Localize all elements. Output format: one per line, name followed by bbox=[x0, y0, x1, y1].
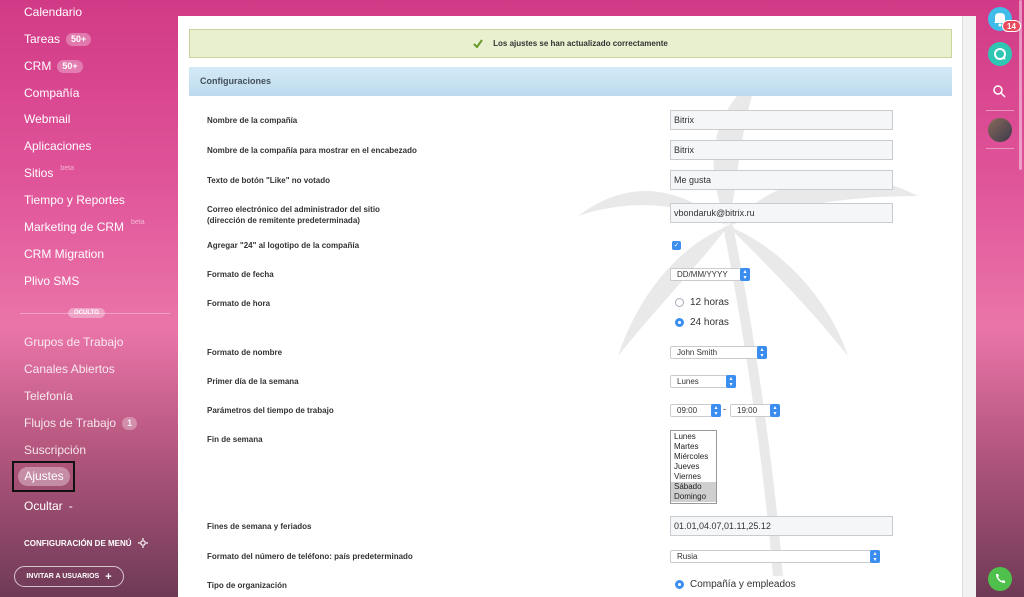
right-toolbar: 14 bbox=[976, 0, 1024, 597]
hidden-section-divider: OCULTO bbox=[20, 307, 170, 319]
weekend-label: Fin de semana bbox=[207, 435, 263, 444]
select-arrows-icon: ▴ ▾ bbox=[870, 550, 880, 563]
weekday-option-selected[interactable]: Sábado bbox=[671, 482, 716, 492]
sidebar-item-crm[interactable]: CRM 50+ bbox=[24, 56, 83, 76]
invite-users-button[interactable]: INVITAR A USUARIOS + bbox=[14, 566, 124, 587]
time-24h-radio[interactable]: 24 horas bbox=[675, 317, 729, 328]
weekday-option[interactable]: Viernes bbox=[671, 472, 716, 482]
sidebar-item-telefonia[interactable]: Telefonía bbox=[24, 386, 73, 406]
sidebar-item-ajustes[interactable]: Ajustes bbox=[18, 467, 70, 486]
search-icon bbox=[993, 85, 1006, 98]
check-icon bbox=[473, 39, 483, 48]
phone-icon bbox=[996, 574, 1005, 583]
crm-counter: 50+ bbox=[57, 59, 83, 73]
name-format-select[interactable]: John Smith ▴ ▾ bbox=[670, 346, 767, 359]
select-arrows-icon: ▴ ▾ bbox=[740, 268, 750, 281]
sidebar-item-canales[interactable]: Canales Abiertos bbox=[24, 359, 115, 379]
sidebar-item-flujos[interactable]: Flujos de Trabajo 1 bbox=[24, 413, 138, 433]
hide-menu-toggle[interactable]: Ocultar - bbox=[24, 496, 73, 516]
company-header-label: Nombre de la compañía para mostrar en el… bbox=[207, 146, 417, 155]
work-time-label: Parámetros del tiempo de trabajo bbox=[207, 406, 334, 415]
admin-email-label: Correo electrónico del administrador del… bbox=[207, 205, 380, 225]
avatar[interactable] bbox=[988, 118, 1012, 142]
gear-icon bbox=[137, 538, 148, 548]
date-format-label: Formato de fecha bbox=[207, 270, 274, 279]
sidebar-item-grupos[interactable]: Grupos de Trabajo bbox=[24, 332, 123, 352]
weekday-option-selected[interactable]: Domingo bbox=[671, 492, 716, 502]
first-day-select[interactable]: Lunes ▴ ▾ bbox=[670, 375, 736, 388]
chat-icon bbox=[994, 48, 1006, 60]
admin-email-input[interactable]: vbondaruk@bitrix.ru bbox=[670, 203, 893, 223]
weekday-option[interactable]: Lunes bbox=[671, 432, 716, 442]
sidebar-item-plivo-sms[interactable]: Plivo SMS bbox=[24, 271, 79, 291]
time-12h-radio[interactable]: 12 horas bbox=[675, 297, 729, 308]
tareas-counter: 50+ bbox=[66, 32, 92, 46]
divider bbox=[986, 148, 1014, 149]
sidebar-item-tiempo-reportes[interactable]: Tiempo y Reportes bbox=[24, 190, 125, 210]
divider bbox=[986, 110, 1014, 111]
select-arrows-icon: ▴ ▾ bbox=[770, 404, 780, 417]
like-button-input[interactable]: Me gusta bbox=[670, 170, 893, 190]
select-arrows-icon: ▴ ▾ bbox=[757, 346, 767, 359]
sidebar-item-crm-migration[interactable]: CRM Migration bbox=[24, 244, 104, 264]
work-end-select[interactable]: 19:00 ▴ ▾ bbox=[730, 404, 780, 417]
company-name-input[interactable]: Bitrix bbox=[670, 110, 893, 130]
like-button-label: Texto de botón "Like" no votado bbox=[207, 176, 330, 185]
plus-icon: + bbox=[105, 570, 112, 583]
radio-off-icon bbox=[675, 298, 684, 307]
phone-button[interactable] bbox=[988, 567, 1012, 591]
name-format-label: Formato de nombre bbox=[207, 348, 283, 357]
flujos-counter: 1 bbox=[122, 416, 138, 430]
holidays-label: Fines de semana y feriados bbox=[207, 522, 312, 531]
holidays-input[interactable]: 01.01,04.07,01.11,25.12 bbox=[670, 516, 893, 536]
logo24-label: Agregar "24" al logotipo de la compañía bbox=[207, 241, 360, 250]
radio-on-icon bbox=[675, 580, 684, 589]
company-name-label: Nombre de la compañía bbox=[207, 116, 298, 125]
time-format-label: Formato de hora bbox=[207, 299, 271, 308]
org-type-radio[interactable]: Compañía y empleados bbox=[675, 579, 796, 590]
logo24-checkbox[interactable]: ✓ bbox=[672, 241, 681, 250]
search-button[interactable] bbox=[990, 82, 1010, 102]
radio-on-icon bbox=[675, 318, 684, 327]
sidebar-item-marketing-crm[interactable]: Marketing de CRM beta bbox=[24, 217, 145, 237]
settings-panel: Los ajustes se han actualizado correctam… bbox=[178, 16, 962, 597]
weekday-option[interactable]: Martes bbox=[671, 442, 716, 452]
notification-badge: 14 bbox=[1002, 20, 1021, 32]
org-type-label: Tipo de organización bbox=[207, 581, 287, 590]
minus-icon: - bbox=[68, 499, 73, 513]
section-header: Configuraciones bbox=[189, 67, 952, 96]
sidebar-item-webmail[interactable]: Webmail bbox=[24, 109, 70, 129]
hidden-label: OCULTO bbox=[68, 308, 105, 318]
sidebar-item-tareas[interactable]: Tareas 50+ bbox=[24, 29, 92, 49]
time-range-dash: - bbox=[723, 404, 726, 414]
weekend-multiselect[interactable]: Lunes Martes Miércoles Jueves Viernes Sá… bbox=[670, 430, 717, 504]
weekday-option[interactable]: Miércoles bbox=[671, 452, 716, 462]
sidebar-item-suscripcion[interactable]: Suscripción bbox=[24, 440, 86, 460]
company-header-input[interactable]: Bitrix bbox=[670, 140, 893, 160]
phone-format-label: Formato del número de teléfono: país pre… bbox=[207, 552, 413, 561]
menu-settings-button[interactable]: CONFIGURACIÓN DE MENÚ bbox=[24, 538, 148, 548]
left-sidebar: Calendario Tareas 50+ CRM 50+ Compañía Web… bbox=[0, 0, 178, 597]
beta-tag: beta bbox=[131, 219, 145, 226]
sidebar-item-compania[interactable]: Compañía bbox=[24, 83, 79, 103]
date-format-select[interactable]: DD/MM/YYYY ▴ ▾ bbox=[670, 268, 750, 281]
phone-country-select[interactable]: Rusia ▴ ▾ bbox=[670, 550, 880, 563]
page-scrollbar[interactable] bbox=[962, 16, 976, 597]
weekday-option[interactable]: Jueves bbox=[671, 462, 716, 472]
work-start-select[interactable]: 09:00 ▴ ▾ bbox=[670, 404, 721, 417]
select-arrows-icon: ▴ ▾ bbox=[726, 375, 736, 388]
sidebar-item-aplicaciones[interactable]: Aplicaciones bbox=[24, 136, 91, 156]
beta-tag: beta bbox=[60, 165, 74, 172]
sidebar-item-sitios[interactable]: Sitios beta bbox=[24, 163, 74, 183]
sidebar-item-calendario[interactable]: Calendario bbox=[24, 2, 82, 22]
success-notification: Los ajustes se han actualizado correctam… bbox=[189, 29, 952, 58]
chat-button[interactable] bbox=[988, 42, 1012, 66]
first-day-label: Primer día de la semana bbox=[207, 377, 299, 386]
select-arrows-icon: ▴ ▾ bbox=[711, 404, 721, 417]
